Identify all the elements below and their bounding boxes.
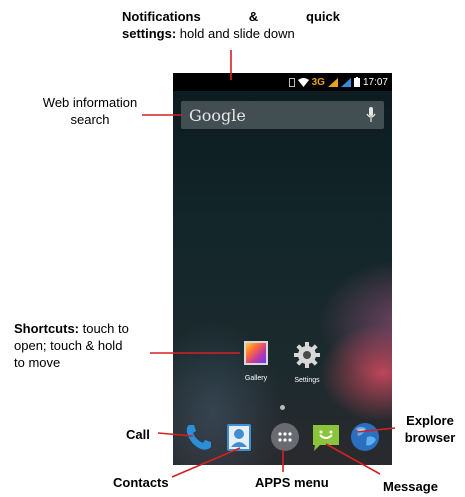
explore-browser-annotation: Explore browser: [397, 412, 463, 446]
settings-shortcut[interactable]: Settings: [289, 341, 325, 384]
contacts-icon[interactable]: [223, 421, 255, 453]
signal-icon-1: [327, 77, 338, 87]
status-time: 17:07: [362, 76, 388, 88]
gallery-shortcut[interactable]: Gallery: [239, 341, 273, 382]
message-annotation: Message: [383, 479, 438, 494]
apps-grid-icon[interactable]: [269, 421, 301, 453]
shortcuts-line1: touch to: [79, 321, 129, 336]
settings-label: Settings: [294, 377, 320, 384]
settings-label: settings:: [122, 26, 177, 41]
notifications-label: Notifications: [122, 9, 201, 24]
gallery-label: Gallery: [244, 375, 268, 382]
signal-icon-2: [340, 77, 351, 87]
globe-icon[interactable]: [349, 421, 381, 453]
battery-icon: [353, 77, 360, 87]
wifi-icon: [297, 77, 309, 87]
mic-icon[interactable]: [366, 107, 376, 123]
notifications-quick: quick: [306, 9, 340, 24]
message-icon[interactable]: [310, 421, 342, 453]
notifications-description: hold and slide down: [176, 26, 295, 41]
apps-menu-annotation: APPS menu: [255, 475, 329, 490]
notifications-annotation: Notifications & quick settings: hold and…: [122, 8, 340, 42]
status-bar[interactable]: 3G 17:07: [173, 73, 392, 91]
shortcuts-line2: open; touch & hold: [14, 338, 123, 353]
contacts-annotation: Contacts: [113, 475, 169, 490]
web-search-line2: search: [70, 112, 110, 127]
call-annotation: Call: [126, 427, 150, 442]
shortcuts-annotation: Shortcuts: touch to open; touch & hold t…: [14, 320, 154, 371]
dock: [173, 415, 392, 465]
shortcuts-line3: to move: [14, 355, 61, 370]
shortcuts-label: Shortcuts:: [14, 321, 79, 336]
phone-icon[interactable]: [183, 421, 215, 453]
phone-home-screen: 3G 17:07 Google Gallery Settings: [173, 73, 392, 465]
web-search-annotation: Web information search: [30, 94, 150, 128]
network-type: 3G: [311, 76, 325, 88]
google-search-label: Google: [189, 105, 246, 125]
gallery-icon: [244, 341, 268, 365]
web-search-line1: Web information: [42, 95, 138, 110]
battery-saver-icon: [288, 77, 295, 87]
notifications-amp: &: [248, 9, 259, 24]
page-indicator: [280, 405, 285, 410]
google-search-bar[interactable]: Google: [181, 101, 384, 129]
gear-icon: [294, 342, 320, 368]
explore-line1: Explore: [406, 413, 454, 428]
explore-line2: browser: [404, 430, 456, 445]
